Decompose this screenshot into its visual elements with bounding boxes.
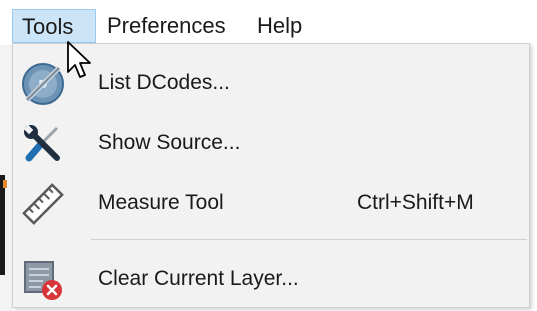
dcodes-icon: D [21, 62, 65, 106]
menu-item-label: Clear Current Layer... [98, 267, 299, 290]
app-window: Tools Preferences Help D List DCodes... [0, 0, 537, 311]
clear-layer-icon [21, 258, 65, 302]
menu-tools[interactable]: Tools [12, 9, 96, 43]
menu-bar: Tools Preferences Help [0, 0, 537, 45]
wrench-screwdriver-icon [21, 122, 65, 166]
window-edge-dark [0, 175, 5, 275]
menu-item-clear-current-layer[interactable]: Clear Current Layer... [13, 250, 529, 308]
menu-item-show-source[interactable]: Show Source... [13, 114, 529, 172]
ruler-icon [21, 182, 65, 226]
window-edge-accent [3, 180, 7, 188]
mouse-cursor-icon [66, 40, 96, 84]
window-edge [0, 45, 12, 311]
menu-separator [91, 239, 527, 240]
menu-item-label: List DCodes... [98, 71, 230, 94]
menu-item-label: Measure Tool [98, 191, 224, 214]
menu-item-label: Show Source... [98, 131, 241, 154]
menu-help[interactable]: Help [248, 9, 318, 43]
menu-preferences[interactable]: Preferences [98, 9, 238, 43]
menu-item-shortcut: Ctrl+Shift+M [357, 191, 474, 214]
menu-item-measure-tool[interactable]: Measure Tool Ctrl+Shift+M [13, 174, 529, 232]
